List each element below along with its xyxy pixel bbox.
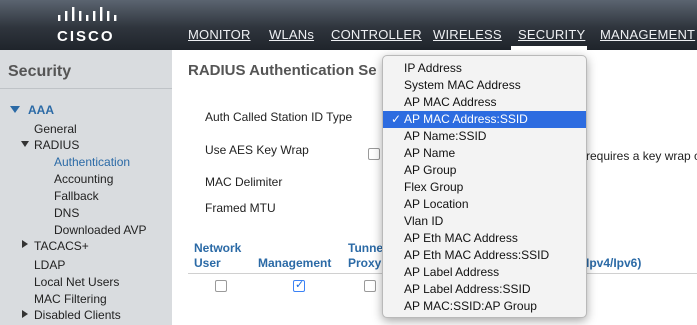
sidebar-item-local-net-users[interactable]: Local Net Users [34,275,119,289]
aes-key-wrap-note: requires a key wrap c [586,149,697,163]
mac-delimiter-label: MAC Delimiter [205,175,283,189]
page-title: RADIUS Authentication Se [188,62,377,79]
dropdown-option-label: AP Location [404,197,469,211]
nav-security-label: SECURITY [518,27,586,42]
dropdown-option-label: System MAC Address [404,78,521,92]
nav-wireless[interactable]: WIRELESS [433,27,502,42]
cisco-logo: CISCO [52,6,132,46]
dropdown-option-label: AP Eth MAC Address:SSID [404,248,550,262]
dropdown-option[interactable]: IP Address [383,60,586,77]
dropdown-option-label: AP Label Address [404,265,500,279]
aes-key-wrap-checkbox[interactable] [368,148,380,160]
dropdown-option-label: Flex Group [404,180,464,194]
dropdown-option-label: AP MAC Address:SSID [404,112,528,126]
sidebar-item-downloaded-avp[interactable]: Downloaded AVP [54,223,147,237]
checkmark-icon: ✓ [391,112,402,126]
use-aes-key-wrap-label: Use AES Key Wrap [205,143,309,157]
dropdown-option[interactable]: AP Group [383,162,586,179]
dropdown-option[interactable]: AP Name [383,145,586,162]
dropdown-option[interactable]: AP MAC:SSID:AP Group [383,298,586,315]
dropdown-option[interactable]: AP MAC Address [383,94,586,111]
col-header-network-user-line1: Network [194,241,242,255]
nav-controller-label: CONTROLLER [331,27,422,42]
nav-wireless-label: WIRELESS [433,27,502,42]
row-management-checkbox[interactable] [293,278,305,292]
dropdown-option-label: AP MAC:SSID:AP Group [404,299,537,313]
dropdown-option[interactable]: AP Label Address [383,264,586,281]
nav-management[interactable]: MANAGEMENT [600,27,695,42]
dropdown-option[interactable]: AP Eth MAC Address [383,230,586,247]
col-header-tunnel-proxy-line2: Proxy [348,256,382,270]
nav-active-indicator [511,46,587,50]
row-network-user-checkbox[interactable] [215,280,227,292]
dropdown-option[interactable]: Vlan ID [383,213,586,230]
dropdown-option-label: AP MAC Address [404,95,497,109]
nav-wlans[interactable]: WLANs [269,27,314,42]
sidebar-item-accounting[interactable]: Accounting [54,172,113,186]
dropdown-option-label: AP Group [404,163,457,177]
col-header-ipv4-ipv6: Ipv4/Ipv6) [586,256,642,270]
dropdown-option-label: AP Name:SSID [404,129,487,143]
auth-called-station-id-type-label: Auth Called Station ID Type [205,110,353,124]
expand-right-icon[interactable] [22,310,28,318]
dropdown-option[interactable]: AP Eth MAC Address:SSID [383,247,586,264]
sidebar-item-ldap[interactable]: LDAP [34,258,65,272]
col-header-tunnel-proxy: Tunne Proxy [348,241,383,271]
framed-mtu-label: Framed MTU [205,201,276,215]
col-header-tunnel-proxy-line1: Tunne [348,241,384,255]
sidebar-item-radius[interactable]: RADIUS [34,138,79,152]
dropdown-option-label: AP Name [404,146,456,160]
expand-down-icon[interactable] [10,106,20,113]
cisco-logo-text: CISCO [57,28,115,45]
sidebar-title: Security [8,63,72,80]
nav-monitor-label: MONITOR [188,27,251,42]
dropdown-option-label: IP Address [404,61,462,75]
dropdown-option[interactable]: Flex Group [383,179,586,196]
dropdown-option[interactable]: ✓ AP MAC Address:SSID [383,111,586,128]
nav-controller[interactable]: CONTROLLER [331,27,422,42]
station-id-type-dropdown[interactable]: IP Address System MAC Address AP MAC Addre… [382,55,587,318]
sidebar-item-disabled-clients[interactable]: Disabled Clients [34,308,121,322]
sidebar-item-tacacs[interactable]: TACACS+ [34,239,89,253]
dropdown-option[interactable]: AP Location [383,196,586,213]
col-header-management: Management [258,256,332,270]
cisco-bars-icon [58,7,117,21]
nav-monitor[interactable]: MONITOR [188,27,251,42]
sidebar-divider [0,88,172,89]
sidebar-item-dns[interactable]: DNS [54,206,79,220]
dropdown-option-label: AP Eth MAC Address [404,231,518,245]
dropdown-option[interactable]: System MAC Address [383,77,586,94]
dropdown-option-label: Vlan ID [404,214,444,228]
nav-management-label: MANAGEMENT [600,27,696,42]
sidebar-item-authentication[interactable]: Authentication [54,155,130,169]
dropdown-option-label: AP Label Address:SSID [404,282,531,296]
dropdown-option[interactable]: AP Label Address:SSID [383,281,586,298]
nav-wlans-label: WLANs [269,27,315,42]
nav-security[interactable]: SECURITY [518,27,585,42]
sidebar-item-aaa[interactable]: AAA [28,103,54,117]
row-tunnel-proxy-checkbox[interactable] [364,280,376,292]
expand-down-icon[interactable] [21,141,29,147]
expand-right-icon[interactable] [22,240,28,248]
sidebar-item-general[interactable]: General [34,122,77,136]
sidebar-item-fallback[interactable]: Fallback [54,189,99,203]
top-nav-bar: CISCO MONITOR WLANs CONTROLLER WIRELESS … [0,0,697,50]
sidebar-item-mac-filtering[interactable]: MAC Filtering [34,292,107,306]
dropdown-option[interactable]: AP Name:SSID [383,128,586,145]
col-header-network-user-line2: User [194,256,221,270]
col-header-network-user: Network User [194,241,241,271]
